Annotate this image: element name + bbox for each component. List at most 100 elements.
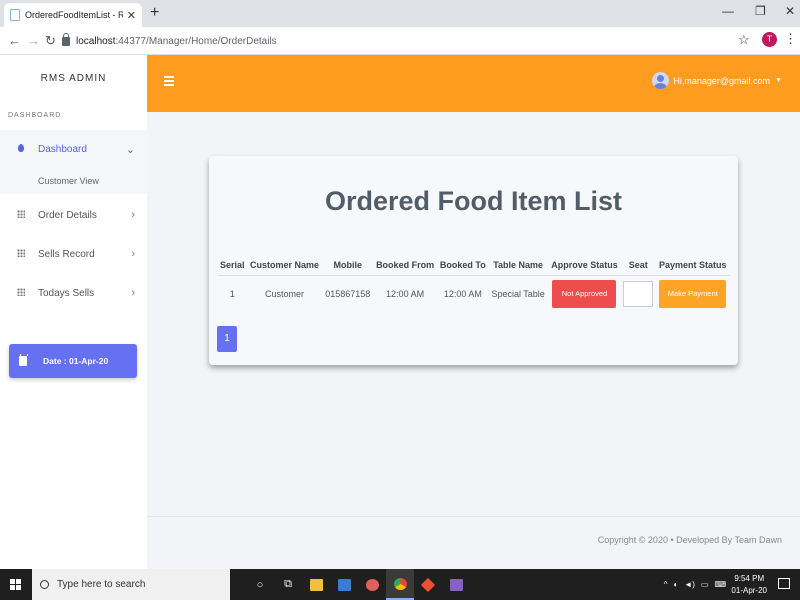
order-list-card: Ordered Food Item List Serial Customer N… (209, 156, 738, 365)
address-bar: ← → ↻ localhost:44377/Manager/Home/Order… (0, 27, 800, 55)
notification-icon[interactable] (778, 578, 790, 589)
grid-icon (16, 288, 26, 298)
forward-icon[interactable]: → (27, 33, 40, 48)
user-dropdown[interactable]: Hi,manager@gmail.com ▼ (652, 72, 782, 89)
chrome-icon[interactable] (386, 569, 414, 600)
user-avatar-icon (652, 72, 670, 89)
footer-text: Copyright © 2020 • Developed By Team Daw… (597, 535, 782, 545)
clock-time: 9:54 PM (734, 574, 765, 583)
orders-table: Serial Customer Name Mobile Booked From … (218, 257, 730, 312)
seat-input[interactable] (623, 281, 654, 307)
customer-name-cell: Customer (264, 289, 304, 299)
browser-tab[interactable]: OrderedFoodItemList - Resturant ✕ (4, 3, 142, 27)
serial-cell: 1 (229, 289, 235, 299)
date-card: Date : 01-Apr-20 (9, 344, 137, 378)
chevron-up-icon[interactable]: ^ (664, 580, 668, 589)
table-name-cell: Special Table (491, 289, 545, 299)
search-placeholder: Type here to search (57, 579, 146, 590)
brand-title: RMS ADMIN (40, 73, 107, 84)
column-header: Customer Name (246, 257, 323, 276)
windows-start-icon[interactable] (10, 579, 21, 590)
store-icon[interactable] (330, 569, 358, 600)
tab-title: OrderedFoodItemList - Resturant (25, 10, 123, 20)
make-payment-button[interactable]: Make Payment (659, 280, 727, 308)
sidebar-subitem-customer-view[interactable]: Customer View (38, 176, 99, 186)
url-field[interactable]: localhost:44377/Manager/Home/OrderDetail… (62, 31, 762, 51)
sidebar-item-label: Dashboard (38, 143, 87, 155)
chevron-right-icon: › (131, 287, 135, 299)
page-title: Ordered Food Item List (324, 186, 623, 216)
url-host: localhost (76, 35, 116, 47)
volume-icon[interactable]: ◄) (684, 580, 695, 589)
menu-kebab-icon[interactable]: ⋮ (784, 31, 797, 47)
not-approved-button[interactable]: Not Approved (552, 280, 617, 308)
chevron-right-icon: › (131, 209, 135, 221)
approve-status-cell: Not Approved (548, 276, 621, 313)
git-icon[interactable] (414, 569, 442, 600)
url-path: :44377/Manager/Home/OrderDetails (115, 35, 277, 47)
taskbar-clock[interactable]: 9:54 PM 01-Apr-20 (731, 573, 767, 597)
close-window-icon[interactable]: ✕ (785, 4, 795, 18)
cortana-icon[interactable]: ○ (246, 569, 274, 600)
footer: Copyright © 2020 • Developed By Team Daw… (147, 516, 800, 569)
column-header: Mobile (322, 257, 373, 276)
new-tab-button[interactable]: + (150, 4, 159, 22)
caret-down-icon: ▼ (775, 77, 782, 84)
sidebar: RMS ADMIN DASHBOARD Dashboard ⌄ Customer… (0, 55, 147, 569)
date-label: Date : 01-Apr-20 (43, 356, 109, 366)
app-root: RMS ADMIN DASHBOARD Dashboard ⌄ Customer… (0, 55, 800, 569)
chevron-down-icon: ⌄ (125, 143, 135, 156)
payment-status-cell: Make Payment (655, 276, 730, 313)
grid-icon (16, 210, 26, 220)
pagination-page-button[interactable]: 1 (217, 326, 237, 352)
sidebar-item-order-details[interactable]: Order Details › (0, 201, 147, 229)
close-tab-icon[interactable]: ✕ (127, 9, 136, 22)
visual-studio-icon[interactable] (442, 569, 470, 600)
restore-icon[interactable]: ❐ (755, 4, 766, 18)
page-icon (10, 9, 20, 21)
top-navbar: Hi,manager@gmail.com ▼ (147, 55, 800, 112)
column-header: Table Name (488, 257, 548, 276)
hamburger-menu-icon[interactable] (164, 76, 174, 86)
network-icon[interactable]: ◐ (673, 580, 678, 589)
windows-taskbar: Type here to search ○ ⧉ ^ ◐ ◄) ▭ ⌨ 9:54 … (0, 569, 800, 600)
profile-avatar[interactable]: T (762, 32, 777, 47)
column-header: Payment Status (655, 257, 730, 276)
taskbar-search[interactable]: Type here to search (32, 569, 230, 600)
back-icon[interactable]: ← (8, 33, 21, 48)
minimize-icon[interactable]: — (722, 4, 734, 18)
task-view-icon[interactable]: ⧉ (274, 569, 302, 600)
table-row: 1 Customer 015867158 12:00 AM 12:00 AM S… (218, 276, 730, 313)
sidebar-item-todays-sells[interactable]: Todays Sells › (0, 279, 147, 307)
drop-icon (16, 144, 26, 154)
chevron-right-icon: › (131, 248, 135, 260)
column-header: Approve Status (547, 257, 622, 276)
column-header: Booked From (372, 257, 438, 276)
reload-icon[interactable]: ↻ (45, 33, 56, 49)
language-icon[interactable]: ⌨ (714, 580, 726, 589)
seat-cell (621, 276, 655, 313)
search-icon (40, 580, 49, 589)
booked-to-cell: 12:00 AM (443, 289, 482, 299)
grid-icon (16, 249, 26, 259)
sidebar-item-sells-record[interactable]: Sells Record › (0, 240, 147, 268)
sidebar-item-dashboard[interactable]: Dashboard ⌄ (0, 135, 147, 163)
file-explorer-icon[interactable] (302, 569, 330, 600)
column-header: Serial (218, 257, 247, 276)
user-label: Hi,manager@gmail.com (673, 75, 771, 86)
paint-icon[interactable] (358, 569, 386, 600)
section-label: DASHBOARD (8, 112, 62, 119)
column-header: Booked To (437, 257, 489, 276)
calendar-icon (19, 354, 28, 366)
lock-icon (62, 32, 70, 46)
browser-tab-strip: OrderedFoodItemList - Resturant ✕ + — ❐ … (0, 0, 800, 27)
battery-icon[interactable]: ▭ (701, 580, 709, 589)
mobile-cell: 015867158 (325, 289, 371, 299)
table-header-row: Serial Customer Name Mobile Booked From … (218, 257, 730, 276)
booked-from-cell: 12:00 AM (386, 289, 425, 299)
column-header: Seat (621, 257, 656, 276)
bookmark-star-icon[interactable]: ☆ (738, 32, 750, 48)
sidebar-item-label: Todays Sells (38, 287, 95, 299)
clock-date: 01-Apr-20 (731, 586, 767, 595)
sidebar-item-label: Sells Record (38, 248, 95, 260)
